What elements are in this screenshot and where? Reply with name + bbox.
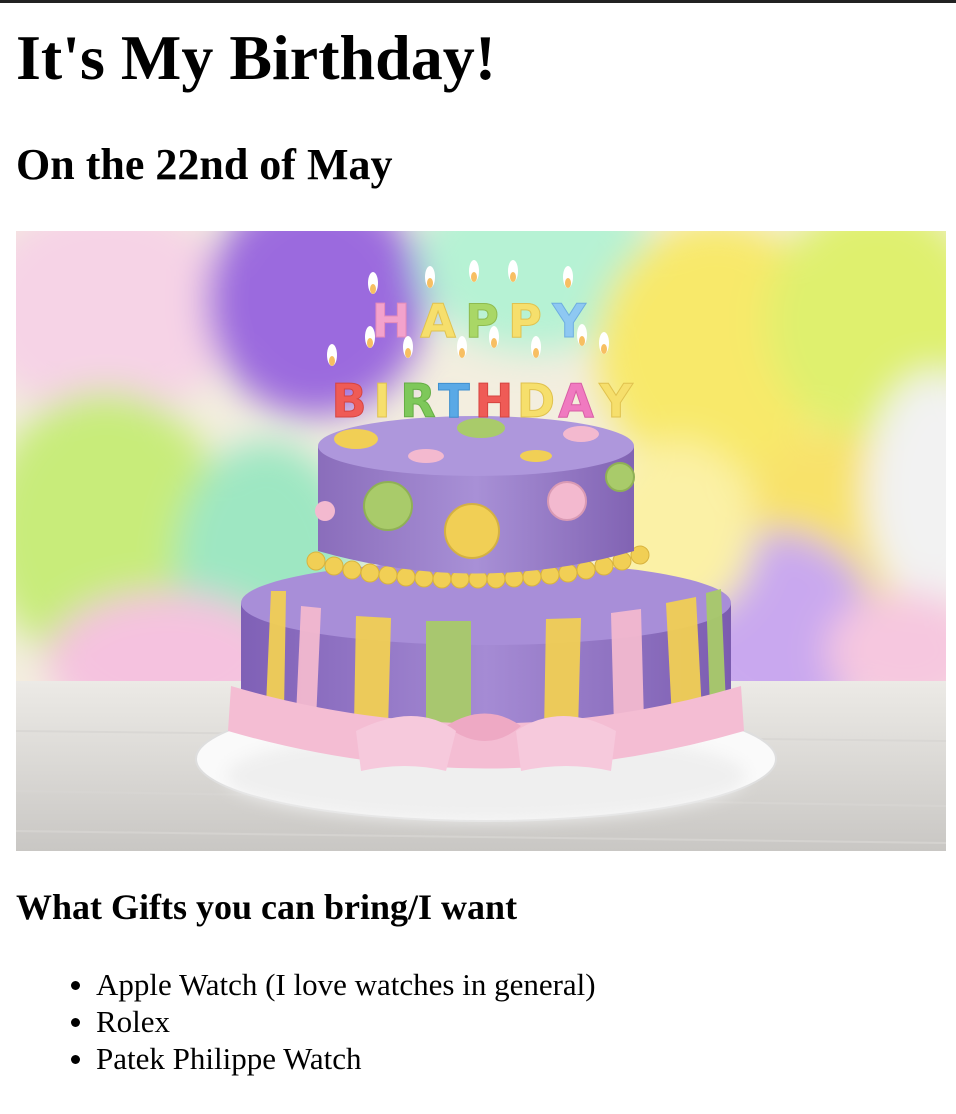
page-title: It's My Birthday! [16,22,496,93]
top-border [0,0,956,3]
gift-list-item: Apple Watch (I love watches in general) [71,967,596,1002]
candle-letter: I [373,374,390,428]
cake-illustration: H A P P Y B I R T H D A Y [16,231,946,851]
candle-letter: Y [598,374,633,428]
candle-letter: B [331,374,366,428]
birthday-cake-image: H A P P Y B I R T H D A Y [16,231,946,851]
gift-list: Apple Watch (I love watches in general) … [16,966,596,1077]
candle-letter: A [420,294,456,348]
date-heading: On the 22nd of May [16,140,393,189]
gift-list-item: Rolex [71,1003,596,1040]
gifts-heading: What Gifts you can bring/I want [16,887,518,927]
candle-letter: D [517,374,555,428]
candle-letter: H [475,374,514,428]
candle-letter: R [400,374,435,428]
candle-letters-bottom: B I R T H D A Y [331,374,634,429]
gift-list-item: Patek Philippe Watch [71,1040,596,1077]
candle-letters-top: H A P P Y [371,294,587,349]
candle-letter: T [438,374,470,428]
candle-letter: A [558,374,594,428]
